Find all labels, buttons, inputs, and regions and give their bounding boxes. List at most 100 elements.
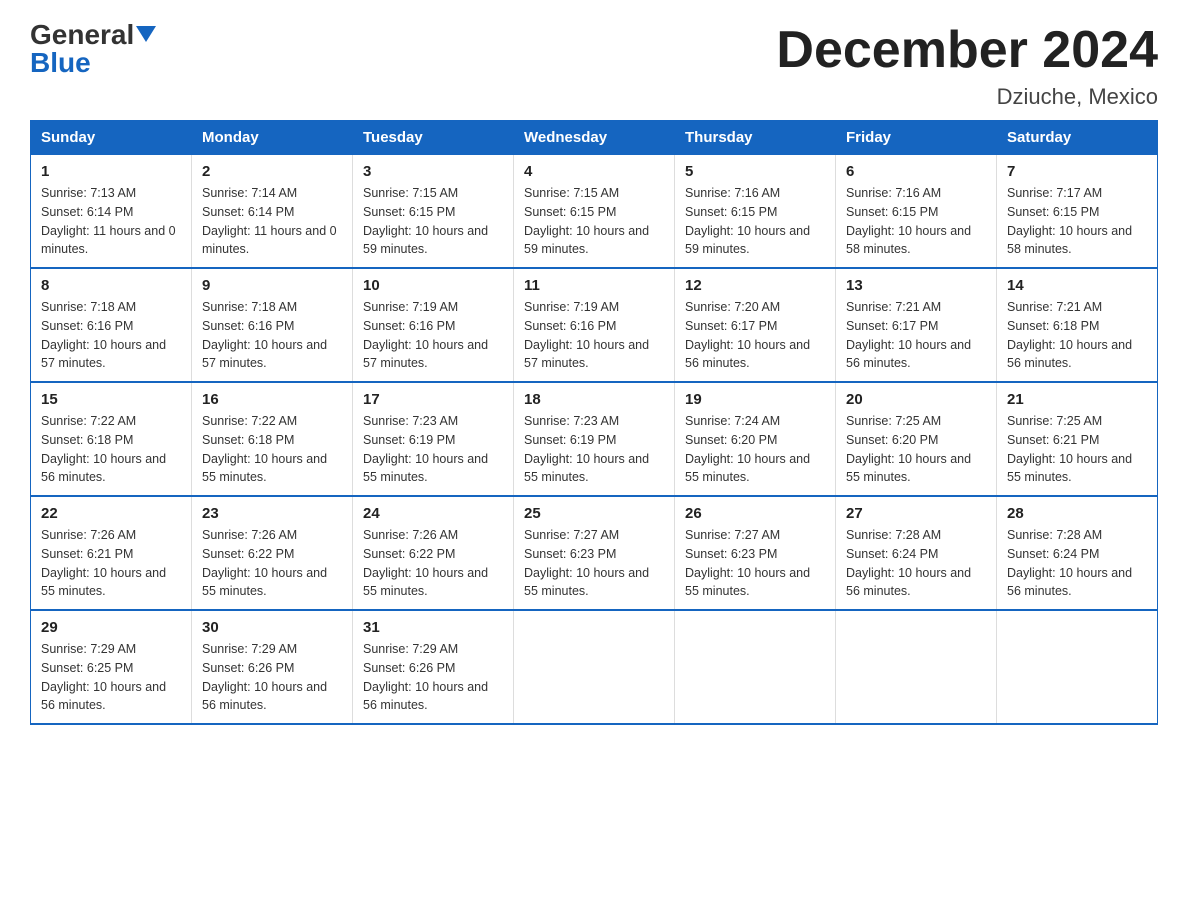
calendar-cell: 22 Sunrise: 7:26 AMSunset: 6:21 PMDaylig…	[31, 496, 192, 610]
calendar-cell: 28 Sunrise: 7:28 AMSunset: 6:24 PMDaylig…	[997, 496, 1158, 610]
day-number: 4	[524, 163, 664, 180]
calendar-cell	[514, 610, 675, 724]
calendar-cell: 1 Sunrise: 7:13 AMSunset: 6:14 PMDayligh…	[31, 155, 192, 269]
day-info: Sunrise: 7:14 AMSunset: 6:14 PMDaylight:…	[202, 184, 342, 259]
day-info: Sunrise: 7:25 AMSunset: 6:20 PMDaylight:…	[846, 412, 986, 487]
calendar-cell: 13 Sunrise: 7:21 AMSunset: 6:17 PMDaylig…	[836, 268, 997, 382]
day-info: Sunrise: 7:22 AMSunset: 6:18 PMDaylight:…	[41, 412, 181, 487]
calendar-cell	[997, 610, 1158, 724]
calendar-week-row: 15 Sunrise: 7:22 AMSunset: 6:18 PMDaylig…	[31, 382, 1158, 496]
day-info: Sunrise: 7:23 AMSunset: 6:19 PMDaylight:…	[524, 412, 664, 487]
header-saturday: Saturday	[997, 121, 1158, 155]
day-number: 31	[363, 619, 503, 636]
day-info: Sunrise: 7:20 AMSunset: 6:17 PMDaylight:…	[685, 298, 825, 373]
day-number: 15	[41, 391, 181, 408]
calendar-week-row: 1 Sunrise: 7:13 AMSunset: 6:14 PMDayligh…	[31, 155, 1158, 269]
header-thursday: Thursday	[675, 121, 836, 155]
day-info: Sunrise: 7:27 AMSunset: 6:23 PMDaylight:…	[524, 526, 664, 601]
calendar-cell: 8 Sunrise: 7:18 AMSunset: 6:16 PMDayligh…	[31, 268, 192, 382]
day-info: Sunrise: 7:18 AMSunset: 6:16 PMDaylight:…	[41, 298, 181, 373]
day-info: Sunrise: 7:26 AMSunset: 6:22 PMDaylight:…	[363, 526, 503, 601]
title-block: December 2024 Dziuche, Mexico	[776, 20, 1158, 110]
day-number: 14	[1007, 277, 1147, 294]
day-number: 24	[363, 505, 503, 522]
day-info: Sunrise: 7:29 AMSunset: 6:26 PMDaylight:…	[202, 640, 342, 715]
calendar-cell: 21 Sunrise: 7:25 AMSunset: 6:21 PMDaylig…	[997, 382, 1158, 496]
day-info: Sunrise: 7:21 AMSunset: 6:17 PMDaylight:…	[846, 298, 986, 373]
logo: General Blue	[30, 20, 156, 79]
day-number: 17	[363, 391, 503, 408]
day-info: Sunrise: 7:22 AMSunset: 6:18 PMDaylight:…	[202, 412, 342, 487]
calendar-cell: 7 Sunrise: 7:17 AMSunset: 6:15 PMDayligh…	[997, 155, 1158, 269]
day-number: 11	[524, 277, 664, 294]
header-monday: Monday	[192, 121, 353, 155]
calendar-cell: 19 Sunrise: 7:24 AMSunset: 6:20 PMDaylig…	[675, 382, 836, 496]
day-info: Sunrise: 7:13 AMSunset: 6:14 PMDaylight:…	[41, 184, 181, 259]
calendar-cell: 26 Sunrise: 7:27 AMSunset: 6:23 PMDaylig…	[675, 496, 836, 610]
calendar-cell	[675, 610, 836, 724]
calendar-cell: 20 Sunrise: 7:25 AMSunset: 6:20 PMDaylig…	[836, 382, 997, 496]
calendar-cell: 3 Sunrise: 7:15 AMSunset: 6:15 PMDayligh…	[353, 155, 514, 269]
calendar-cell: 24 Sunrise: 7:26 AMSunset: 6:22 PMDaylig…	[353, 496, 514, 610]
day-info: Sunrise: 7:28 AMSunset: 6:24 PMDaylight:…	[846, 526, 986, 601]
day-number: 30	[202, 619, 342, 636]
day-number: 10	[363, 277, 503, 294]
calendar-cell: 18 Sunrise: 7:23 AMSunset: 6:19 PMDaylig…	[514, 382, 675, 496]
day-number: 26	[685, 505, 825, 522]
day-number: 27	[846, 505, 986, 522]
calendar-cell: 4 Sunrise: 7:15 AMSunset: 6:15 PMDayligh…	[514, 155, 675, 269]
day-info: Sunrise: 7:21 AMSunset: 6:18 PMDaylight:…	[1007, 298, 1147, 373]
day-number: 13	[846, 277, 986, 294]
header-tuesday: Tuesday	[353, 121, 514, 155]
header-sunday: Sunday	[31, 121, 192, 155]
day-number: 19	[685, 391, 825, 408]
calendar-cell: 16 Sunrise: 7:22 AMSunset: 6:18 PMDaylig…	[192, 382, 353, 496]
header-wednesday: Wednesday	[514, 121, 675, 155]
calendar-week-row: 8 Sunrise: 7:18 AMSunset: 6:16 PMDayligh…	[31, 268, 1158, 382]
day-number: 29	[41, 619, 181, 636]
day-number: 12	[685, 277, 825, 294]
day-info: Sunrise: 7:18 AMSunset: 6:16 PMDaylight:…	[202, 298, 342, 373]
day-number: 1	[41, 163, 181, 180]
calendar-cell: 15 Sunrise: 7:22 AMSunset: 6:18 PMDaylig…	[31, 382, 192, 496]
day-number: 8	[41, 277, 181, 294]
page-header: General Blue December 2024 Dziuche, Mexi…	[30, 20, 1158, 110]
logo-arrow-icon	[136, 26, 156, 46]
day-info: Sunrise: 7:28 AMSunset: 6:24 PMDaylight:…	[1007, 526, 1147, 601]
day-info: Sunrise: 7:16 AMSunset: 6:15 PMDaylight:…	[685, 184, 825, 259]
day-info: Sunrise: 7:16 AMSunset: 6:15 PMDaylight:…	[846, 184, 986, 259]
day-info: Sunrise: 7:19 AMSunset: 6:16 PMDaylight:…	[363, 298, 503, 373]
day-number: 3	[363, 163, 503, 180]
day-number: 23	[202, 505, 342, 522]
day-info: Sunrise: 7:29 AMSunset: 6:25 PMDaylight:…	[41, 640, 181, 715]
day-info: Sunrise: 7:24 AMSunset: 6:20 PMDaylight:…	[685, 412, 825, 487]
calendar-cell: 30 Sunrise: 7:29 AMSunset: 6:26 PMDaylig…	[192, 610, 353, 724]
day-number: 25	[524, 505, 664, 522]
day-number: 18	[524, 391, 664, 408]
day-info: Sunrise: 7:17 AMSunset: 6:15 PMDaylight:…	[1007, 184, 1147, 259]
day-info: Sunrise: 7:29 AMSunset: 6:26 PMDaylight:…	[363, 640, 503, 715]
day-info: Sunrise: 7:19 AMSunset: 6:16 PMDaylight:…	[524, 298, 664, 373]
day-number: 16	[202, 391, 342, 408]
calendar-cell	[836, 610, 997, 724]
calendar-header-row: Sunday Monday Tuesday Wednesday Thursday…	[31, 121, 1158, 155]
day-info: Sunrise: 7:26 AMSunset: 6:21 PMDaylight:…	[41, 526, 181, 601]
day-number: 28	[1007, 505, 1147, 522]
day-number: 6	[846, 163, 986, 180]
calendar-cell: 14 Sunrise: 7:21 AMSunset: 6:18 PMDaylig…	[997, 268, 1158, 382]
day-number: 7	[1007, 163, 1147, 180]
calendar-cell: 25 Sunrise: 7:27 AMSunset: 6:23 PMDaylig…	[514, 496, 675, 610]
calendar-cell: 9 Sunrise: 7:18 AMSunset: 6:16 PMDayligh…	[192, 268, 353, 382]
logo-blue: Blue	[30, 47, 91, 79]
day-number: 9	[202, 277, 342, 294]
calendar-week-row: 22 Sunrise: 7:26 AMSunset: 6:21 PMDaylig…	[31, 496, 1158, 610]
calendar-subtitle: Dziuche, Mexico	[776, 84, 1158, 110]
calendar-cell: 6 Sunrise: 7:16 AMSunset: 6:15 PMDayligh…	[836, 155, 997, 269]
day-info: Sunrise: 7:25 AMSunset: 6:21 PMDaylight:…	[1007, 412, 1147, 487]
calendar-cell: 5 Sunrise: 7:16 AMSunset: 6:15 PMDayligh…	[675, 155, 836, 269]
calendar-cell: 29 Sunrise: 7:29 AMSunset: 6:25 PMDaylig…	[31, 610, 192, 724]
day-info: Sunrise: 7:26 AMSunset: 6:22 PMDaylight:…	[202, 526, 342, 601]
calendar-cell: 2 Sunrise: 7:14 AMSunset: 6:14 PMDayligh…	[192, 155, 353, 269]
calendar-title: December 2024	[776, 20, 1158, 80]
day-number: 22	[41, 505, 181, 522]
